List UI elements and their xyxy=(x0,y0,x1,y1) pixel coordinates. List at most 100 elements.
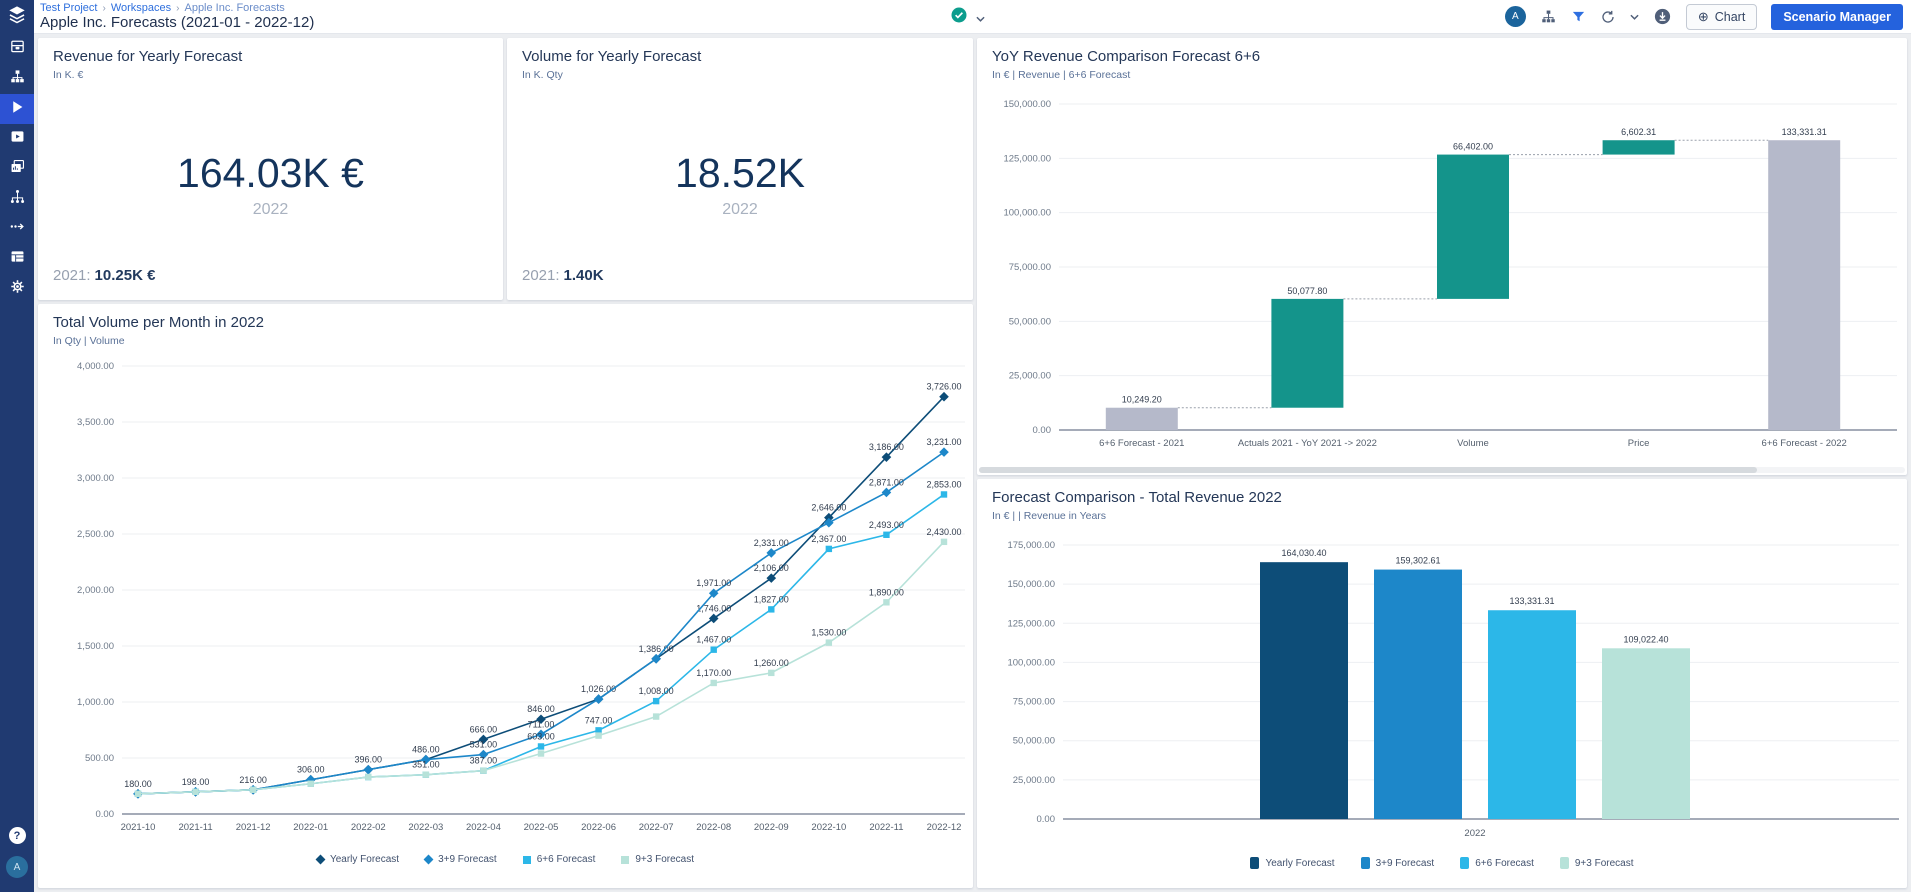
chart-title: Total Volume per Month in 2022 xyxy=(53,314,264,331)
sidebar-avatar[interactable]: A xyxy=(6,856,28,878)
svg-text:603.00: 603.00 xyxy=(527,731,555,741)
svg-text:2,430.00: 2,430.00 xyxy=(926,527,961,537)
legend-swatch-icon xyxy=(1250,857,1259,869)
svg-text:1,890.00: 1,890.00 xyxy=(869,587,904,597)
svg-text:3,231.00: 3,231.00 xyxy=(926,437,961,447)
card-title: Volume for Yearly Forecast xyxy=(522,48,701,65)
svg-text:6,602.31: 6,602.31 xyxy=(1621,127,1656,137)
svg-text:50,000.00: 50,000.00 xyxy=(1009,316,1051,327)
sidebar: ?A xyxy=(0,0,34,892)
archive-icon xyxy=(9,38,26,60)
legend-square-icon xyxy=(621,856,629,864)
svg-text:175,000.00: 175,000.00 xyxy=(1007,540,1055,551)
hierarchy-icon[interactable] xyxy=(1540,8,1557,25)
svg-text:Price: Price xyxy=(1628,438,1650,449)
caret-down-icon[interactable] xyxy=(976,9,985,27)
download-icon[interactable] xyxy=(1653,7,1672,26)
svg-text:351.00: 351.00 xyxy=(412,760,440,770)
svg-text:1,827.00: 1,827.00 xyxy=(754,594,789,604)
svg-text:2021-12: 2021-12 xyxy=(236,822,271,833)
legend-swatch-icon xyxy=(1460,857,1469,869)
legend-item-yearly-forecast[interactable]: Yearly Forecast xyxy=(317,854,399,865)
merge-arrow-icon xyxy=(9,218,26,240)
svg-text:6+6 Forecast - 2021: 6+6 Forecast - 2021 xyxy=(1099,438,1184,449)
svg-text:133,331.31: 133,331.31 xyxy=(1509,596,1554,606)
svg-text:133,331.31: 133,331.31 xyxy=(1782,127,1827,137)
svg-text:1,026.00: 1,026.00 xyxy=(581,684,616,694)
filter-icon[interactable] xyxy=(1571,9,1586,24)
svg-text:25,000.00: 25,000.00 xyxy=(1009,371,1051,382)
svg-text:1,170.00: 1,170.00 xyxy=(696,668,731,678)
svg-text:0.00: 0.00 xyxy=(1033,425,1052,436)
svg-text:2022-09: 2022-09 xyxy=(754,822,789,833)
svg-text:2,493.00: 2,493.00 xyxy=(869,520,904,530)
svg-text:2,106.00: 2,106.00 xyxy=(754,563,789,573)
legend-item-9-3-forecast[interactable]: 9+3 Forecast xyxy=(1560,857,1634,869)
legend-item-3-9-forecast[interactable]: 3+9 Forecast xyxy=(1361,857,1435,869)
sidebar-item-model[interactable] xyxy=(0,64,34,94)
svg-text:2022: 2022 xyxy=(1464,828,1485,839)
legend-square-icon xyxy=(523,856,531,864)
svg-text:2022-11: 2022-11 xyxy=(869,822,903,833)
kpi-card-volume: Volume for Yearly Forecast In K. Qty 18.… xyxy=(507,38,973,300)
svg-text:109,022.40: 109,022.40 xyxy=(1623,634,1668,644)
refresh-icon[interactable] xyxy=(1600,9,1616,25)
scenario-manager-button[interactable]: Scenario Manager xyxy=(1771,4,1903,30)
svg-text:66,402.00: 66,402.00 xyxy=(1453,142,1493,152)
user-avatar[interactable]: A xyxy=(1505,6,1526,27)
svg-text:4,000.00: 4,000.00 xyxy=(77,361,114,372)
svg-text:6+6 Forecast - 2022: 6+6 Forecast - 2022 xyxy=(1762,438,1847,449)
sidebar-item-assumptions[interactable] xyxy=(0,214,34,244)
horizontal-scrollbar[interactable] xyxy=(979,467,1905,473)
chart-subtitle: In Qty | Volume xyxy=(53,335,125,347)
sidebar-item-scenario-tree[interactable] xyxy=(0,184,34,214)
svg-text:2022-02: 2022-02 xyxy=(351,822,386,833)
legend-item-3-9-forecast[interactable]: 3+9 Forecast xyxy=(425,854,497,865)
sidebar-item-simulations[interactable] xyxy=(0,94,34,124)
breadcrumb-link-workspaces[interactable]: Workspaces xyxy=(111,2,171,14)
svg-text:1,746.00: 1,746.00 xyxy=(696,603,731,613)
kpi-year: 2022 xyxy=(507,201,973,219)
svg-text:75,000.00: 75,000.00 xyxy=(1013,697,1055,708)
scrollbar-thumb[interactable] xyxy=(979,467,1757,473)
help-icon[interactable]: ? xyxy=(9,827,26,844)
header-actions: A ⊕ Chart Scenario Manager xyxy=(1505,0,1903,33)
legend-item-9-3-forecast[interactable]: 9+3 Forecast xyxy=(621,854,694,865)
svg-text:2022-01: 2022-01 xyxy=(293,822,328,833)
svg-text:2022-08: 2022-08 xyxy=(696,822,731,833)
sidebar-item-data-tables[interactable] xyxy=(0,244,34,274)
caret-down-icon[interactable] xyxy=(1630,14,1639,20)
svg-text:2022-05: 2022-05 xyxy=(524,822,559,833)
page-title: Apple Inc. Forecasts (2021-01 - 2022-12) xyxy=(40,14,314,31)
table-icon xyxy=(9,248,26,270)
sidebar-item-settings[interactable] xyxy=(0,274,34,304)
sidebar-item-logo[interactable] xyxy=(0,0,34,34)
svg-text:50,000.00: 50,000.00 xyxy=(1013,736,1055,747)
svg-text:150,000.00: 150,000.00 xyxy=(1007,579,1055,590)
svg-text:0.00: 0.00 xyxy=(96,809,115,820)
svg-text:2,646.00: 2,646.00 xyxy=(811,503,846,513)
sidebar-item-workspaces[interactable] xyxy=(0,154,34,184)
svg-text:Actuals 2021 - YoY 2021 -> 202: Actuals 2021 - YoY 2021 -> 2022 xyxy=(1238,438,1377,449)
svg-text:198.00: 198.00 xyxy=(182,777,210,787)
chart-title: Forecast Comparison - Total Revenue 2022 xyxy=(992,489,1282,506)
legend-item-6-6-forecast[interactable]: 6+6 Forecast xyxy=(523,854,596,865)
svg-text:2022-03: 2022-03 xyxy=(408,822,443,833)
legend-item-yearly-forecast[interactable]: Yearly Forecast xyxy=(1250,857,1334,869)
svg-text:216.00: 216.00 xyxy=(239,775,267,785)
svg-text:711.00: 711.00 xyxy=(528,719,555,729)
top-header: Test Project › Workspaces › Apple Inc. F… xyxy=(34,0,1911,34)
legend-item-6-6-forecast[interactable]: 6+6 Forecast xyxy=(1460,857,1534,869)
waterfall-chart-card: YoY Revenue Comparison Forecast 6+6 In €… xyxy=(977,38,1907,475)
video-play-icon xyxy=(9,128,26,150)
svg-text:846.00: 846.00 xyxy=(527,704,555,714)
saved-indicator[interactable] xyxy=(950,6,985,29)
bar-chart-card: Forecast Comparison - Total Revenue 2022… xyxy=(977,479,1907,888)
add-chart-button[interactable]: ⊕ Chart xyxy=(1686,4,1757,30)
breadcrumb-link-project[interactable]: Test Project xyxy=(40,2,97,14)
sidebar-item-presentations[interactable] xyxy=(0,124,34,154)
svg-text:2,000.00: 2,000.00 xyxy=(77,585,114,596)
sidebar-item-projects[interactable] xyxy=(0,34,34,64)
svg-text:125,000.00: 125,000.00 xyxy=(1003,153,1051,164)
kpi-year: 2022 xyxy=(38,201,503,219)
